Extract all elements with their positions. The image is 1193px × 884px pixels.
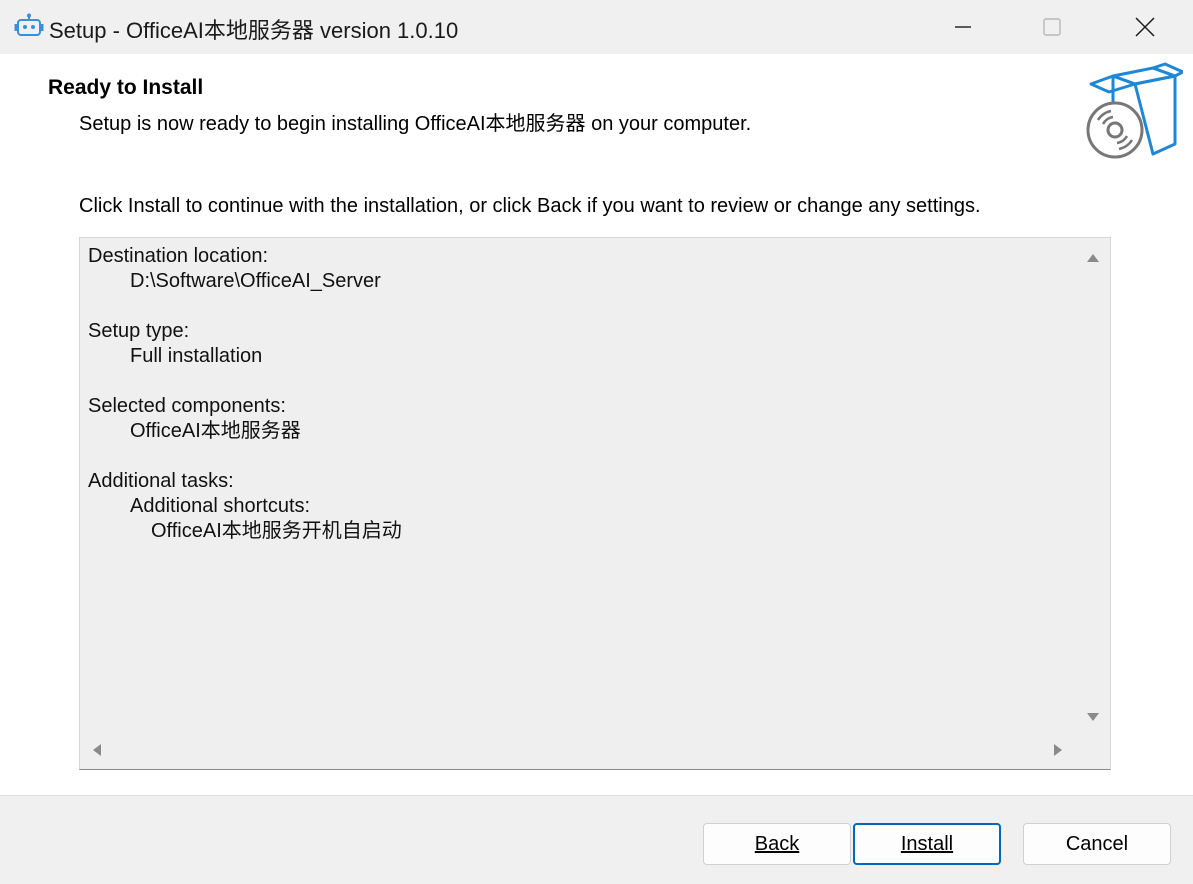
minimize-icon (955, 26, 971, 28)
cancel-button-label: Cancel (1065, 832, 1129, 855)
title-bar: Setup - OfficeAI本地服务器 version 1.0.10 (0, 0, 1193, 54)
install-button-label: Install (900, 832, 954, 855)
vertical-scrollbar[interactable] (1078, 238, 1110, 735)
instructions-text: Click Install to continue with the insta… (79, 195, 981, 217)
summary-line: Additional shortcuts: (130, 495, 311, 517)
software-box-disc-icon (1083, 62, 1185, 162)
wizard-footer (0, 795, 1193, 884)
minimize-button[interactable] (940, 0, 986, 54)
summary-line: Full installation (130, 345, 263, 367)
scroll-right-arrow-icon[interactable] (1054, 744, 1062, 756)
maximize-button (1029, 0, 1075, 54)
summary-line (88, 369, 402, 394)
summary-line: Additional tasks: (88, 470, 234, 492)
summary-line: Destination location: (88, 245, 269, 267)
cancel-button[interactable]: Cancel (1023, 823, 1171, 865)
horizontal-scrollbar[interactable] (80, 735, 1080, 769)
install-button[interactable]: Install (853, 823, 1001, 865)
back-button-label: Back (754, 832, 800, 855)
maximize-icon (1043, 18, 1061, 36)
page-subtitle: Setup is now ready to begin installing O… (79, 113, 752, 135)
scrollbar-corner (1078, 735, 1110, 769)
close-icon (1135, 17, 1155, 37)
back-button[interactable]: Back (703, 823, 851, 865)
summary-line: D:\Software\OfficeAI_Server (130, 270, 381, 292)
scroll-up-arrow-icon[interactable] (1087, 254, 1099, 262)
install-summary-text: Destination location: D:\Software\OfficeA… (88, 244, 402, 544)
page-title: Ready to Install (48, 76, 204, 99)
window-title: Setup - OfficeAI本地服务器 version 1.0.10 (49, 18, 459, 43)
summary-line (88, 444, 402, 469)
install-summary-memo[interactable]: Destination location: D:\Software\OfficeA… (79, 237, 1111, 770)
summary-line (88, 294, 402, 319)
summary-line: Selected components: (88, 395, 286, 417)
robot-setup-icon (14, 13, 44, 39)
summary-line: Setup type: (88, 320, 190, 342)
scroll-left-arrow-icon[interactable] (93, 744, 101, 756)
close-button[interactable] (1122, 0, 1168, 54)
scroll-down-arrow-icon[interactable] (1087, 713, 1099, 721)
summary-line: OfficeAI本地服务器 (130, 420, 301, 442)
summary-line: OfficeAI本地服务开机自启动 (151, 520, 402, 542)
